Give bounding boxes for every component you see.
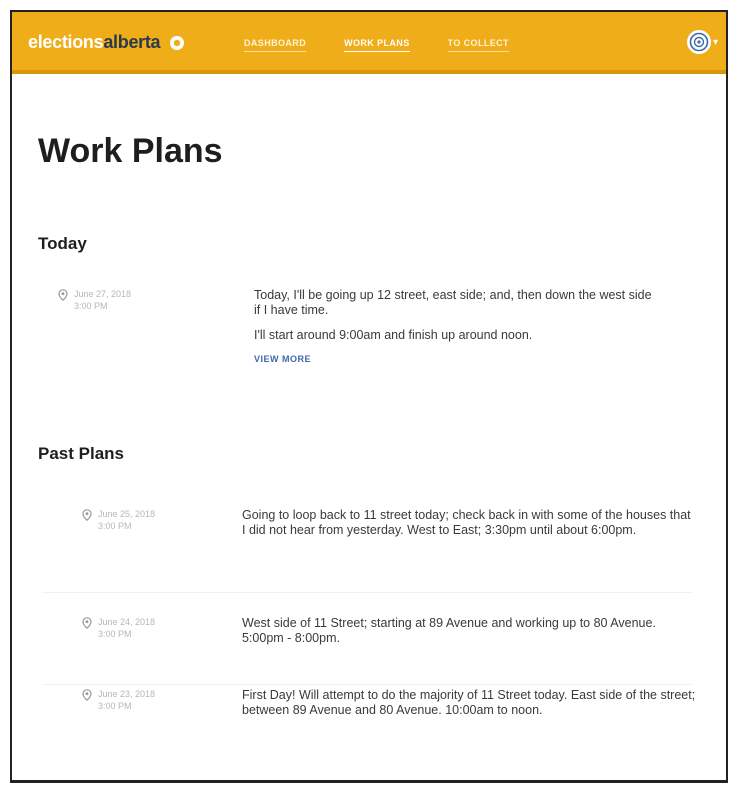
location-pin-icon: [82, 509, 92, 521]
plan-date-time: 3:00 PM: [98, 629, 132, 639]
plan-date-day: June 24, 2018: [98, 617, 156, 627]
plan-date: June 25, 2018 3:00 PM: [98, 508, 155, 532]
location-pin-icon: [58, 289, 68, 301]
brand-name-part2: alberta: [103, 32, 161, 52]
nav-dashboard[interactable]: DASHBOARD: [244, 38, 307, 52]
app-window: electionsalberta DASHBOARD WORK PLANS TO…: [10, 10, 728, 783]
plan-date-day: June 27, 2018: [74, 289, 132, 299]
plan-meta: June 27, 2018 3:00 PM: [58, 288, 208, 312]
plan-date: June 27, 2018 3:00 PM: [74, 288, 131, 312]
plan-body: Today, I'll be going up 12 street, east …: [254, 288, 654, 367]
section-title-past-plans: Past Plans: [38, 444, 124, 463]
nav-to-collect[interactable]: TO COLLECT: [447, 38, 509, 52]
plan-body: Going to loop back to 11 street today; c…: [242, 508, 692, 548]
avatar[interactable]: [686, 30, 711, 54]
plan-date-time: 3:00 PM: [98, 701, 132, 711]
plan-meta: June 23, 2018 3:00 PM: [82, 688, 232, 712]
plan-date-day: June 25, 2018: [98, 509, 156, 519]
nav-work-plans[interactable]: WORK PLANS: [344, 38, 410, 52]
brand-mark-icon: [169, 35, 185, 56]
view-more-link[interactable]: VIEW MORE: [254, 354, 311, 364]
chevron-down-icon[interactable]: ▾: [713, 37, 718, 48]
plan-date-time: 3:00 PM: [98, 521, 132, 531]
section-title-today: Today: [38, 234, 87, 253]
plan-body: First Day! Will attempt to do the majori…: [242, 688, 702, 728]
location-pin-icon: [82, 617, 92, 629]
divider: [42, 684, 692, 685]
page-title: Work Plans: [38, 132, 223, 170]
plan-meta: June 25, 2018 3:00 PM: [82, 508, 232, 532]
user-icon: [689, 32, 709, 52]
main-nav: DASHBOARD WORK PLANS TO COLLECT: [244, 38, 509, 52]
plan-body: West side of 11 Street; starting at 89 A…: [242, 616, 692, 656]
plan-text: Going to loop back to 11 street today; c…: [242, 508, 691, 537]
brand-name-part1: elections: [28, 32, 104, 52]
location-pin-icon: [82, 689, 92, 701]
plan-date: June 23, 2018 3:00 PM: [98, 688, 155, 712]
plan-date-day: June 23, 2018: [98, 689, 156, 699]
plan-date-time: 3:00 PM: [74, 301, 108, 311]
plan-meta: June 24, 2018 3:00 PM: [82, 616, 232, 640]
brand-logo[interactable]: electionsalberta: [28, 32, 185, 56]
plan-text: I'll start around 9:00am and finish up a…: [254, 328, 533, 342]
plan-text: Today, I'll be going up 12 street, east …: [254, 288, 652, 317]
plan-date: June 24, 2018 3:00 PM: [98, 616, 155, 640]
user-menu[interactable]: ▾: [686, 30, 718, 54]
top-navigation-bar: electionsalberta DASHBOARD WORK PLANS TO…: [12, 12, 726, 74]
plan-text: West side of 11 Street; starting at 89 A…: [242, 616, 656, 645]
plan-text: First Day! Will attempt to do the majori…: [242, 688, 696, 717]
divider: [42, 592, 692, 593]
